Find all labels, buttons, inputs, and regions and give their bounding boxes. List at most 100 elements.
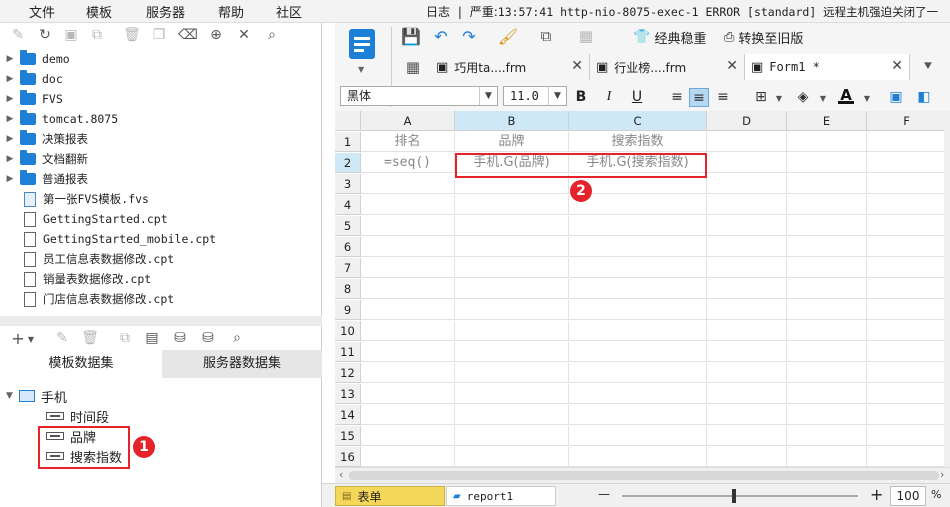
format-painter-icon[interactable]: 🖌	[498, 27, 518, 46]
tree-folder[interactable]: ▶ FVS	[0, 89, 320, 109]
row-header[interactable]: 2	[335, 153, 361, 173]
border-icon[interactable]: ⊞	[753, 89, 769, 105]
cell-C9[interactable]	[569, 300, 707, 320]
cell-A10[interactable]	[361, 321, 455, 341]
tree-file[interactable]: 门店信息表数据修改.cpt	[0, 289, 320, 309]
cell-A15[interactable]	[361, 426, 455, 446]
cell-F12[interactable]	[867, 363, 944, 383]
cell-A1[interactable]: 排名	[361, 132, 455, 152]
font-color-button[interactable]: A	[838, 86, 854, 104]
menu-help[interactable]: 帮助	[218, 2, 244, 21]
open-icon[interactable]: ▣	[63, 27, 79, 43]
cell-E9[interactable]	[787, 300, 867, 320]
column-header[interactable]: B	[455, 111, 569, 131]
cell-D4[interactable]	[707, 195, 787, 215]
cell-B11[interactable]	[455, 342, 569, 362]
close-icon[interactable]: ✕	[571, 58, 583, 74]
preview-icon[interactable]: ⧉	[538, 27, 554, 45]
log-line[interactable]: 日志 | 严重:13:57:41 http-nio-8075-exec-1 ER…	[426, 3, 950, 20]
cell-A7[interactable]	[361, 258, 455, 278]
font-size-select[interactable]: 11.0 ▼	[503, 86, 567, 106]
new-folder-icon[interactable]: ✎	[10, 27, 26, 43]
cell-A11[interactable]	[361, 342, 455, 362]
panel-icon[interactable]: ◧	[916, 89, 932, 105]
cell-E5[interactable]	[787, 216, 867, 236]
cell-A12[interactable]	[361, 363, 455, 383]
align-left-icon[interactable]: ≡	[669, 89, 685, 105]
cell-D7[interactable]	[707, 258, 787, 278]
cell-B1[interactable]: 品牌	[455, 132, 569, 152]
row-header[interactable]: 11	[335, 342, 361, 362]
cell-F15[interactable]	[867, 426, 944, 446]
italic-button[interactable]: I	[601, 89, 617, 105]
tree-folder[interactable]: ▶ 普通报表	[0, 169, 320, 189]
cell-E15[interactable]	[787, 426, 867, 446]
cell-F8[interactable]	[867, 279, 944, 299]
sheet-tab-report[interactable]: ▰ report1	[446, 486, 556, 506]
cell-F4[interactable]	[867, 195, 944, 215]
cell-A4[interactable]	[361, 195, 455, 215]
chevron-right-icon[interactable]: ›	[940, 468, 944, 481]
locate-icon[interactable]: ⊕	[208, 27, 224, 43]
tab-document[interactable]: ▣ 巧用ta....frm ✕	[430, 54, 590, 80]
cell-E16[interactable]	[787, 447, 867, 467]
cell-E4[interactable]	[787, 195, 867, 215]
chevron-right-icon[interactable]: ▶	[3, 114, 17, 124]
cell-E7[interactable]	[787, 258, 867, 278]
vertical-scrollbar[interactable]	[944, 111, 950, 467]
chevron-down-icon[interactable]: ▼	[815, 90, 831, 106]
cell-F6[interactable]	[867, 237, 944, 257]
cell-B6[interactable]	[455, 237, 569, 257]
cell-F2[interactable]	[867, 153, 944, 173]
scroll-thumb[interactable]	[349, 471, 939, 480]
cell-D6[interactable]	[707, 237, 787, 257]
zoom-slider-thumb[interactable]	[732, 489, 736, 503]
cell-D5[interactable]	[707, 216, 787, 236]
row-header[interactable]: 6	[335, 237, 361, 257]
cell-D10[interactable]	[707, 321, 787, 341]
chevron-down-icon[interactable]: ▼	[771, 90, 787, 106]
chevron-down-icon[interactable]: ▼	[358, 65, 364, 74]
cell-A8[interactable]	[361, 279, 455, 299]
close-icon[interactable]: ✕	[726, 58, 738, 74]
cell-B5[interactable]	[455, 216, 569, 236]
row-header[interactable]: 13	[335, 384, 361, 404]
cell-C16[interactable]	[569, 447, 707, 467]
tree-folder[interactable]: ▶ demo	[0, 49, 320, 69]
column-header[interactable]: A	[361, 111, 455, 131]
cell-E11[interactable]	[787, 342, 867, 362]
row-header[interactable]: 12	[335, 363, 361, 383]
cell-F7[interactable]	[867, 258, 944, 278]
row-header[interactable]: 10	[335, 321, 361, 341]
chevron-left-icon[interactable]: ‹	[339, 468, 343, 481]
row-header[interactable]: 5	[335, 216, 361, 236]
tree-file[interactable]: 员工信息表数据修改.cpt	[0, 249, 320, 269]
zoom-in-button[interactable]: +	[870, 485, 883, 504]
collapse-icon[interactable]: ✕	[236, 27, 252, 43]
chevron-down-icon[interactable]: ▼	[859, 90, 875, 106]
tree-folder[interactable]: ▶ 决策报表	[0, 129, 320, 149]
cell-F1[interactable]	[867, 132, 944, 152]
cell-D1[interactable]	[707, 132, 787, 152]
chevron-right-icon[interactable]: ▶	[3, 174, 17, 184]
column-header[interactable]: C	[569, 111, 707, 131]
cell-D8[interactable]	[707, 279, 787, 299]
cell-B16[interactable]	[455, 447, 569, 467]
cell-C6[interactable]	[569, 237, 707, 257]
menu-file[interactable]: 文件	[29, 2, 55, 21]
classic-theme-button[interactable]: 👕 经典稳重	[633, 26, 706, 48]
cell-E2[interactable]	[787, 153, 867, 173]
row-header[interactable]: 15	[335, 426, 361, 446]
cell-B15[interactable]	[455, 426, 569, 446]
grid-icon[interactable]: ▦	[578, 27, 594, 45]
cell-C5[interactable]	[569, 216, 707, 236]
remove-icon[interactable]: 🗑	[81, 330, 99, 346]
cell-D11[interactable]	[707, 342, 787, 362]
row-header[interactable]: 9	[335, 300, 361, 320]
refresh-icon[interactable]: ↻	[37, 27, 53, 43]
row-header[interactable]: 4	[335, 195, 361, 215]
table-icon[interactable]: ▦	[405, 58, 421, 76]
cell-F10[interactable]	[867, 321, 944, 341]
cell-C14[interactable]	[569, 405, 707, 425]
cell-C8[interactable]	[569, 279, 707, 299]
